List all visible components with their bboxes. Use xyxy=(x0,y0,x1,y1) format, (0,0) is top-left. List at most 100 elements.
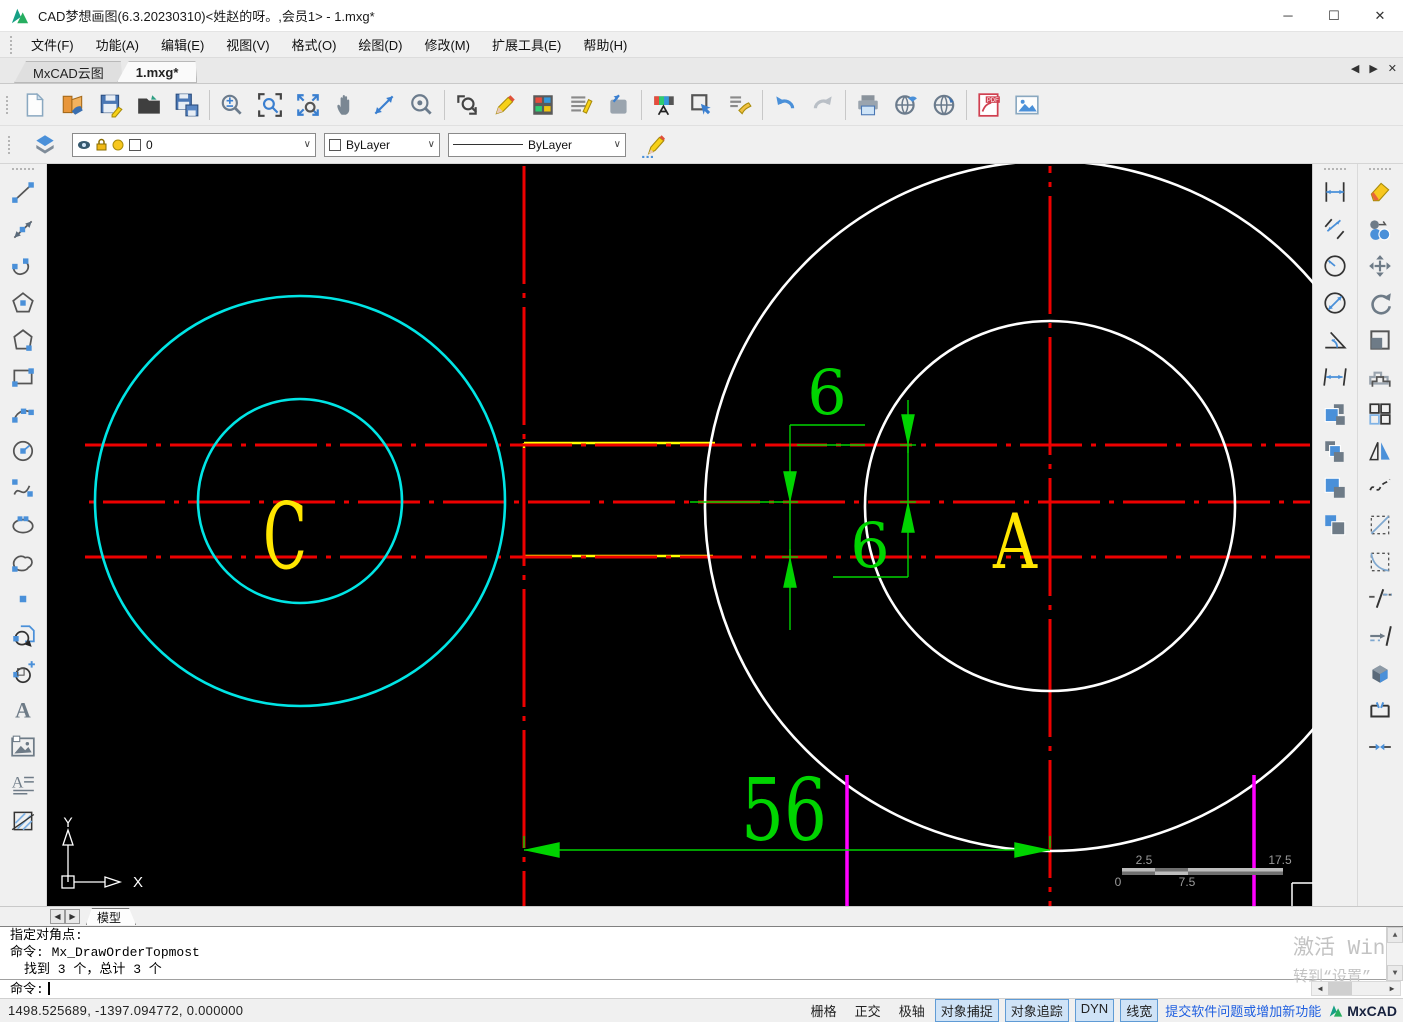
line-button[interactable] xyxy=(4,173,42,210)
spline-edit-button[interactable] xyxy=(1361,469,1399,506)
minimize-button[interactable]: ─ xyxy=(1265,0,1311,31)
fillet-line-button[interactable] xyxy=(1361,506,1399,543)
text-button[interactable]: A xyxy=(4,691,42,728)
trim-button[interactable] xyxy=(1361,580,1399,617)
undo-button[interactable] xyxy=(766,87,804,123)
color-palette-button[interactable] xyxy=(524,87,562,123)
dim-aligned-button[interactable] xyxy=(1316,210,1354,247)
point-button[interactable] xyxy=(4,580,42,617)
pdf-export-button[interactable]: PDF xyxy=(970,87,1008,123)
tab-close-icon[interactable]: ✕ xyxy=(1388,62,1397,75)
command-window[interactable]: 指定对角点: 命令: Mx_DrawOrderTopmost 找到 3 个，总计… xyxy=(0,926,1403,998)
scale-button[interactable] xyxy=(1361,321,1399,358)
arc-3p-button[interactable] xyxy=(4,395,42,432)
spline-button[interactable] xyxy=(4,469,42,506)
toggle-正交[interactable]: 正交 xyxy=(852,1000,884,1021)
web-publish-button[interactable] xyxy=(887,87,925,123)
pan-button[interactable] xyxy=(327,87,365,123)
edit-pencil-icon[interactable] xyxy=(634,127,672,163)
dim-linear-button[interactable] xyxy=(1316,173,1354,210)
print-button[interactable] xyxy=(849,87,887,123)
fillet-arc-button[interactable] xyxy=(1361,543,1399,580)
command-vertical-scrollbar[interactable]: ▲ ▼ xyxy=(1386,927,1403,981)
zoom-prev-button[interactable] xyxy=(213,87,251,123)
image-export-button[interactable] xyxy=(1008,87,1046,123)
doc-tab[interactable]: MxCAD云图 xyxy=(14,61,123,83)
save-file-button[interactable] xyxy=(92,87,130,123)
order-above-button[interactable] xyxy=(1316,469,1354,506)
mirror-button[interactable] xyxy=(1361,432,1399,469)
color-select[interactable]: ByLayer ∨ xyxy=(324,132,440,157)
open-folder-button[interactable] xyxy=(130,87,168,123)
arc-button[interactable] xyxy=(4,247,42,284)
linetype-select[interactable]: ByLayer ∨ xyxy=(448,132,626,157)
text-style-button[interactable] xyxy=(562,87,600,123)
dim-angular-button[interactable] xyxy=(1316,321,1354,358)
menu-m[interactable]: 修改(M) xyxy=(413,32,481,57)
mtext-button[interactable]: A xyxy=(4,765,42,802)
offset-button[interactable] xyxy=(1361,358,1399,395)
menu-h[interactable]: 帮助(H) xyxy=(572,32,638,57)
open-file-button[interactable] xyxy=(54,87,92,123)
block-define-button[interactable] xyxy=(4,654,42,691)
zoom-extents-button[interactable] xyxy=(289,87,327,123)
rectangle-button[interactable] xyxy=(4,358,42,395)
dim-baseline-button[interactable] xyxy=(1316,358,1354,395)
dimension-6-left[interactable] xyxy=(690,424,865,630)
layout-next-button[interactable]: ▶ xyxy=(65,909,80,924)
menu-e[interactable]: 扩展工具(E) xyxy=(481,32,572,57)
save-as-button[interactable] xyxy=(168,87,206,123)
doc-tab[interactable]: 1.mxg* xyxy=(117,61,198,83)
layout-prev-button[interactable]: ◀ xyxy=(50,909,65,924)
toggle-DYN[interactable]: DYN xyxy=(1074,999,1115,1022)
scroll-up-icon[interactable]: ▲ xyxy=(1387,927,1403,943)
scroll-left-icon[interactable]: ◀ xyxy=(1312,982,1328,995)
cloud-button[interactable] xyxy=(4,543,42,580)
feedback-link[interactable]: 提交软件问题或增加新功能 xyxy=(1165,1001,1321,1020)
command-horizontal-scrollbar[interactable]: ◀ ▶ xyxy=(1311,981,1401,996)
circle-button[interactable] xyxy=(4,432,42,469)
ellipse-button[interactable] xyxy=(4,506,42,543)
maximize-button[interactable]: ☐ xyxy=(1311,0,1357,31)
dim-diameter-button[interactable] xyxy=(1316,284,1354,321)
order-below-button[interactable] xyxy=(1316,506,1354,543)
toggle-极轴[interactable]: 极轴 xyxy=(896,1000,928,1021)
menu-v[interactable]: 视图(V) xyxy=(215,32,280,57)
new-file-button[interactable] xyxy=(16,87,54,123)
copy-button[interactable] xyxy=(1361,210,1399,247)
move-button[interactable] xyxy=(1361,247,1399,284)
select-object-button[interactable] xyxy=(683,87,721,123)
view-undo-button[interactable] xyxy=(448,87,486,123)
scrollbar-thumb[interactable] xyxy=(1328,982,1352,995)
toggle-线宽[interactable]: 线宽 xyxy=(1120,999,1159,1022)
web-globe-button[interactable] xyxy=(925,87,963,123)
menu-o[interactable]: 格式(O) xyxy=(281,32,348,57)
dim-radius-button[interactable] xyxy=(1316,247,1354,284)
menu-a[interactable]: 功能(A) xyxy=(85,32,150,57)
command-prompt[interactable]: 命令: xyxy=(0,979,1403,998)
close-button[interactable]: ✕ xyxy=(1357,0,1403,31)
redo-button[interactable] xyxy=(804,87,842,123)
toggle-对象追踪[interactable]: 对象追踪 xyxy=(1004,999,1069,1022)
zoom-center-button[interactable] xyxy=(403,87,441,123)
toggle-栅格[interactable]: 栅格 xyxy=(808,1000,840,1021)
layer-stack-icon[interactable] xyxy=(26,127,64,163)
draw-pencil-button[interactable] xyxy=(486,87,524,123)
rotate-button[interactable] xyxy=(1361,284,1399,321)
tab-scroll-left-icon[interactable]: ◀ xyxy=(1351,62,1359,75)
menu-f[interactable]: 文件(F) xyxy=(20,32,85,57)
polygon-button[interactable] xyxy=(4,321,42,358)
match-properties-button[interactable] xyxy=(721,87,759,123)
join-button[interactable] xyxy=(1361,728,1399,765)
zoom-dynamic-button[interactable] xyxy=(365,87,403,123)
drawing-canvas[interactable]: 6 6 56 C A 2.5 17.5 0 7.5 Y X xyxy=(47,164,1313,906)
explode-button[interactable] xyxy=(1361,654,1399,691)
layer-select[interactable]: 0 ∨ xyxy=(72,132,316,157)
block-insert-button[interactable] xyxy=(4,617,42,654)
menu-e[interactable]: 编辑(E) xyxy=(150,32,215,57)
zoom-window-button[interactable] xyxy=(251,87,289,123)
scroll-down-icon[interactable]: ▼ xyxy=(1387,965,1403,981)
layer-manager-button[interactable] xyxy=(645,87,683,123)
erase-button[interactable] xyxy=(1361,173,1399,210)
hatch-button[interactable] xyxy=(4,802,42,839)
